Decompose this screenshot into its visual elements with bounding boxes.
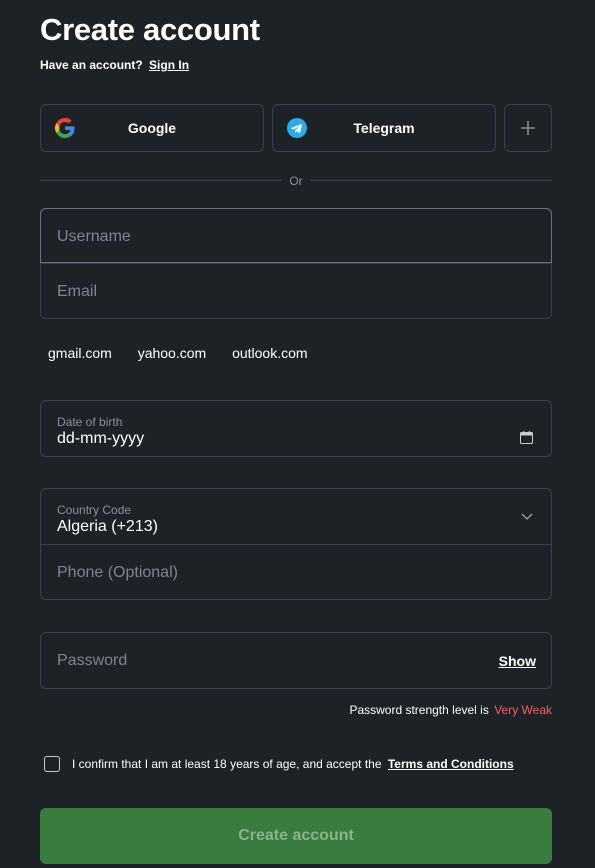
- phone-placeholder: Phone (Optional): [57, 564, 178, 581]
- divider-right: [310, 180, 552, 181]
- dob-group: Date of birth dd-mm-yyyy: [40, 400, 552, 457]
- chevron-down-icon: [521, 513, 533, 520]
- signup-page: Create account Have an account? Sign In …: [0, 0, 595, 868]
- create-account-button[interactable]: Create account: [40, 808, 552, 864]
- country-code-select[interactable]: Country Code Algeria (+213): [41, 489, 551, 544]
- password-strength: Password strength level is Very Weak: [349, 703, 552, 717]
- password-input[interactable]: Password Show: [41, 633, 551, 688]
- divider-or-text: Or: [289, 174, 303, 188]
- password-group: Password Show: [40, 632, 552, 689]
- age-confirm-label: I confirm that I am at least 18 years of…: [72, 757, 514, 771]
- age-confirm-row: I confirm that I am at least 18 years of…: [44, 756, 514, 772]
- telegram-button[interactable]: Telegram: [272, 104, 496, 152]
- password-strength-text: Password strength level is: [349, 703, 489, 717]
- age-confirm-checkbox[interactable]: [44, 756, 60, 772]
- telegram-label: Telegram: [353, 120, 415, 136]
- country-code-value: Algeria (+213): [57, 518, 158, 535]
- account-fields-group: Username Email: [40, 208, 552, 319]
- email-input[interactable]: Email: [41, 263, 551, 318]
- telegram-icon: [287, 118, 307, 138]
- dob-value: dd-mm-yyyy: [57, 430, 145, 447]
- password-placeholder: Password: [57, 652, 128, 669]
- page-title: Create account: [40, 12, 260, 47]
- dob-input[interactable]: Date of birth dd-mm-yyyy: [41, 401, 551, 456]
- calendar-icon[interactable]: [520, 431, 533, 444]
- have-account-text: Have an account?: [40, 58, 143, 72]
- phone-group: Country Code Algeria (+213) Phone (Optio…: [40, 488, 552, 600]
- show-password-toggle[interactable]: Show: [499, 653, 536, 669]
- sign-in-link[interactable]: Sign In: [149, 58, 189, 72]
- username-input[interactable]: Username: [40, 208, 552, 263]
- google-button[interactable]: Google: [40, 104, 264, 152]
- have-account-row: Have an account? Sign In: [40, 58, 189, 72]
- password-strength-value: Very Weak: [494, 703, 552, 717]
- domain-suggestion-yahoo[interactable]: yahoo.com: [138, 345, 206, 361]
- domain-suggestion-outlook[interactable]: outlook.com: [232, 345, 307, 361]
- plus-icon: [521, 121, 535, 135]
- username-placeholder: Username: [57, 228, 131, 245]
- country-code-label: Country Code: [57, 503, 132, 517]
- domain-suggestion-gmail[interactable]: gmail.com: [48, 345, 112, 361]
- more-options-button[interactable]: [504, 104, 552, 152]
- dob-label: Date of birth: [57, 415, 123, 429]
- divider-left: [40, 180, 282, 181]
- email-domain-suggestions: gmail.com yahoo.com outlook.com: [48, 345, 330, 361]
- google-icon: [55, 118, 75, 138]
- terms-link[interactable]: Terms and Conditions: [388, 757, 514, 771]
- phone-input[interactable]: Phone (Optional): [41, 544, 551, 599]
- age-confirm-text: I confirm that I am at least 18 years of…: [72, 757, 382, 771]
- google-label: Google: [127, 120, 177, 136]
- email-placeholder: Email: [57, 283, 98, 300]
